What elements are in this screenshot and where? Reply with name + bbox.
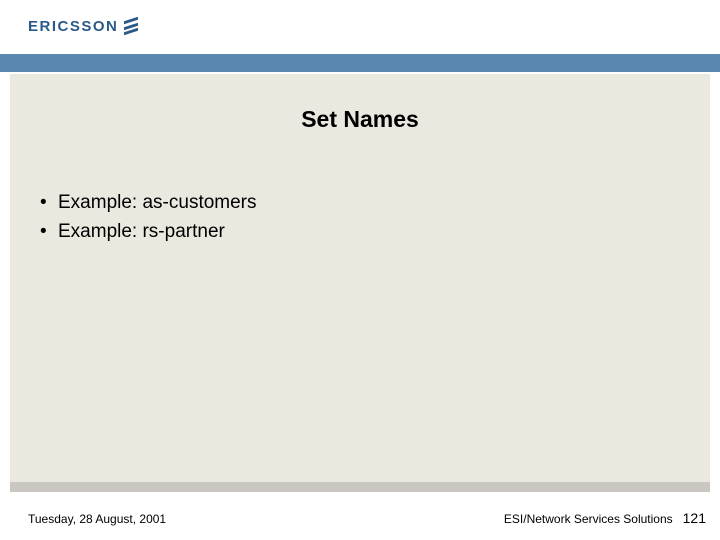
list-item: Example: as-customers <box>40 189 710 218</box>
footer-row: Tuesday, 28 August, 2001 ESI/Network Ser… <box>28 510 706 526</box>
slide-footer: Tuesday, 28 August, 2001 ESI/Network Ser… <box>0 482 720 540</box>
bullet-list: Example: as-customers Example: rs-partne… <box>40 189 710 246</box>
brand-logo: ERICSSON <box>28 16 138 36</box>
footer-date: Tuesday, 28 August, 2001 <box>28 512 166 526</box>
brand-name: ERICSSON <box>28 18 118 35</box>
header-accent-bar <box>0 54 720 72</box>
slide-body: Set Names Example: as-customers Example:… <box>10 74 710 482</box>
footer-org: ESI/Network Services Solutions <box>504 512 673 526</box>
slide-header: ERICSSON <box>0 0 720 74</box>
brand-stripes-icon <box>124 17 138 36</box>
page-number: 121 <box>683 510 706 526</box>
slide-title: Set Names <box>10 106 710 133</box>
footer-accent-bar <box>10 482 710 492</box>
list-item: Example: rs-partner <box>40 218 710 247</box>
